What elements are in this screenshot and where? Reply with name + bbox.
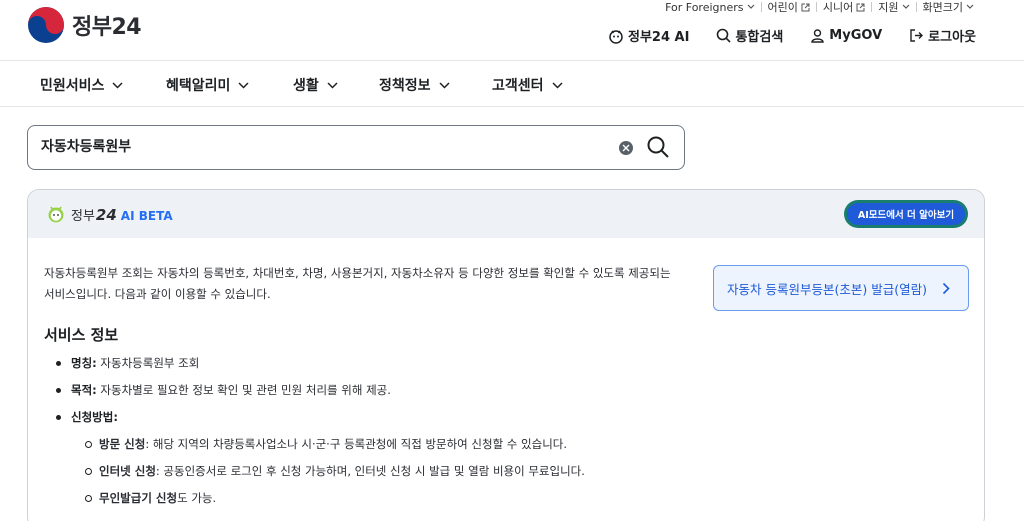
logo-text: 정부 24: [72, 9, 142, 41]
chevron-down-icon: [747, 4, 754, 9]
chevron-down-icon: [439, 81, 450, 89]
external-link-icon: [801, 3, 810, 11]
gov24-ai-link[interactable]: 정부24 AI: [608, 26, 689, 45]
logo-text-main: 정부: [72, 15, 112, 40]
gnb-item-label: 혜택알리미: [166, 78, 231, 94]
utility-main: 정부24 AI 통합검색 MyGOV 로그아웃: [581, 26, 976, 45]
ai-panel-header: 정부 24 AI BETA AI모드에서 더 알아보기: [28, 190, 984, 238]
service-info-list: 명칭: 자동차등록원부 조회 목적: 자동차별로 필요한 정보 확인 및 관련 …: [56, 355, 936, 436]
chevron-right-icon: [942, 282, 950, 295]
list-item: 인터넷 신청: 공동인증서로 로그인 후 신청 가능하며, 인터넷 신청 시 발…: [56, 463, 585, 490]
item-term: 신청방법:: [71, 410, 118, 424]
list-item: 목적: 자동차별로 필요한 정보 확인 및 관련 민원 처리를 위해 제공.: [56, 382, 936, 409]
util-senior-label: 시니어: [822, 1, 854, 14]
util-support-label: 지원: [878, 1, 899, 14]
search-icon[interactable]: [646, 135, 670, 159]
ai-brand: 정부 24 AI BETA: [46, 204, 173, 224]
item-term: 목적:: [71, 383, 97, 397]
gnb-item-benefit-alert[interactable]: 혜택알리미: [166, 75, 249, 95]
integrated-search-link[interactable]: 통합검색: [716, 26, 783, 45]
gov24-ai-label: 정부24 AI: [628, 30, 690, 45]
chevron-down-icon: [327, 81, 338, 89]
chevron-down-icon: [966, 4, 974, 9]
vehicle-register-issue-button[interactable]: 자동차 등록원부등본(초본) 발급(열람): [713, 265, 969, 311]
mygov-link[interactable]: MyGOV: [810, 28, 882, 43]
ai-mascot-icon: [48, 206, 64, 223]
gov24-logo[interactable]: 정부 24: [26, 5, 142, 45]
gnb-item-customer-center[interactable]: 고객센터: [492, 75, 563, 95]
chevron-down-icon: [552, 81, 563, 89]
vehicle-register-issue-label: 자동차 등록원부등본(초본) 발급(열람): [727, 281, 927, 297]
gnb-item-policy-info[interactable]: 정책정보: [379, 75, 450, 95]
util-senior[interactable]: 시니어: [817, 0, 871, 15]
item-desc: : 공동인증서로 로그인 후 신청 가능하며, 인터넷 신청 시 발급 및 열람…: [155, 464, 585, 478]
service-info-title: 서비스 정보: [44, 326, 119, 344]
ai-answer-panel: 정부 24 AI BETA AI모드에서 더 알아보기 자동차등록원부 조회는 자동…: [27, 189, 985, 521]
item-desc: 도 가능.: [177, 491, 217, 505]
list-item: 방문 신청: 해당 지역의 차량등록사업소나 시·군·구 등록관청에 직접 방문…: [56, 436, 585, 463]
chevron-down-icon: [902, 4, 909, 9]
taegeuk-logo-icon: [28, 7, 64, 43]
util-support[interactable]: 지원: [872, 0, 915, 15]
chevron-down-icon: [112, 81, 123, 89]
ai-mascot-icon: [609, 29, 623, 44]
user-icon: [811, 29, 824, 43]
ai-brand-num: 24: [95, 205, 117, 224]
close-icon: [622, 144, 630, 152]
gnb-item-civil-service[interactable]: 민원서비스: [40, 75, 123, 95]
ai-brand-text-main: 정부: [71, 208, 95, 224]
search-box: [27, 125, 685, 170]
item-term: 방문 신청: [99, 437, 146, 451]
logout-label: 로그아웃: [928, 30, 976, 45]
external-link-icon: [856, 3, 865, 11]
item-desc: 자동차별로 필요한 정보 확인 및 관련 민원 처리를 위해 제공.: [96, 383, 391, 397]
apply-method-list: 방문 신청: 해당 지역의 차량등록사업소나 시·군·구 등록관청에 직접 방문…: [56, 436, 585, 517]
util-screen-size-label: 화면크기: [922, 1, 963, 14]
gnb-item-label: 민원서비스: [40, 78, 105, 94]
ai-mode-button-label: AI모드에서 더 알아보기: [847, 203, 965, 225]
logout-link[interactable]: 로그아웃: [909, 26, 976, 45]
util-foreigners-label: For Foreigners: [665, 0, 744, 14]
util-screen-size[interactable]: 화면크기: [917, 0, 980, 15]
ai-summary-text: 자동차등록원부 조회는 자동차의 등록번호, 차대번호, 차명, 사용본거지, …: [44, 266, 671, 301]
list-item: 신청방법:: [56, 409, 936, 436]
util-foreigners[interactable]: For Foreigners: [659, 1, 760, 14]
list-item: 무인발급기 신청도 가능.: [56, 490, 585, 517]
item-term: 명칭:: [71, 356, 97, 370]
logo-text-num: 24: [111, 15, 142, 40]
search-input[interactable]: [41, 138, 601, 154]
gnb-item-label: 정책정보: [379, 78, 431, 94]
ai-beta-label: AI BETA: [120, 208, 173, 223]
item-desc: : 해당 지역의 차량등록사업소나 시·군·구 등록관청에 직접 방문하여 신청…: [145, 437, 568, 451]
util-kids-label: 어린이: [767, 1, 798, 14]
util-kids[interactable]: 어린이: [762, 0, 816, 15]
chevron-down-icon: [238, 81, 249, 89]
search-icon: [717, 28, 732, 43]
main-navigation: 민원서비스 혜택알리미 생활 정책정보 고객센터: [0, 60, 1024, 107]
gnb-item-label: 생활: [293, 78, 319, 94]
ai-brand-text: 정부 24 AI BETA: [71, 205, 173, 224]
gnb-item-label: 고객센터: [492, 78, 544, 94]
clear-search-button[interactable]: [619, 141, 633, 155]
gnb-item-life[interactable]: 생활: [293, 75, 338, 95]
item-term: 무인발급기 신청: [99, 491, 178, 505]
ai-mode-button[interactable]: AI모드에서 더 알아보기: [844, 200, 968, 228]
utility-links: For Foreigners 어린이 시니어 지원 화면크기: [659, 0, 980, 14]
item-term: 인터넷 신청: [99, 464, 156, 478]
list-item: 명칭: 자동차등록원부 조회: [56, 355, 936, 382]
integrated-search-label: 통합검색: [735, 30, 784, 45]
mygov-label: MyGOV: [829, 28, 883, 43]
site-header: 정부 24 For Foreigners 어린이 시니어 지원 화면크기 정부2…: [0, 0, 1024, 60]
logout-icon: [910, 29, 924, 42]
item-desc: 자동차등록원부 조회: [96, 356, 200, 370]
